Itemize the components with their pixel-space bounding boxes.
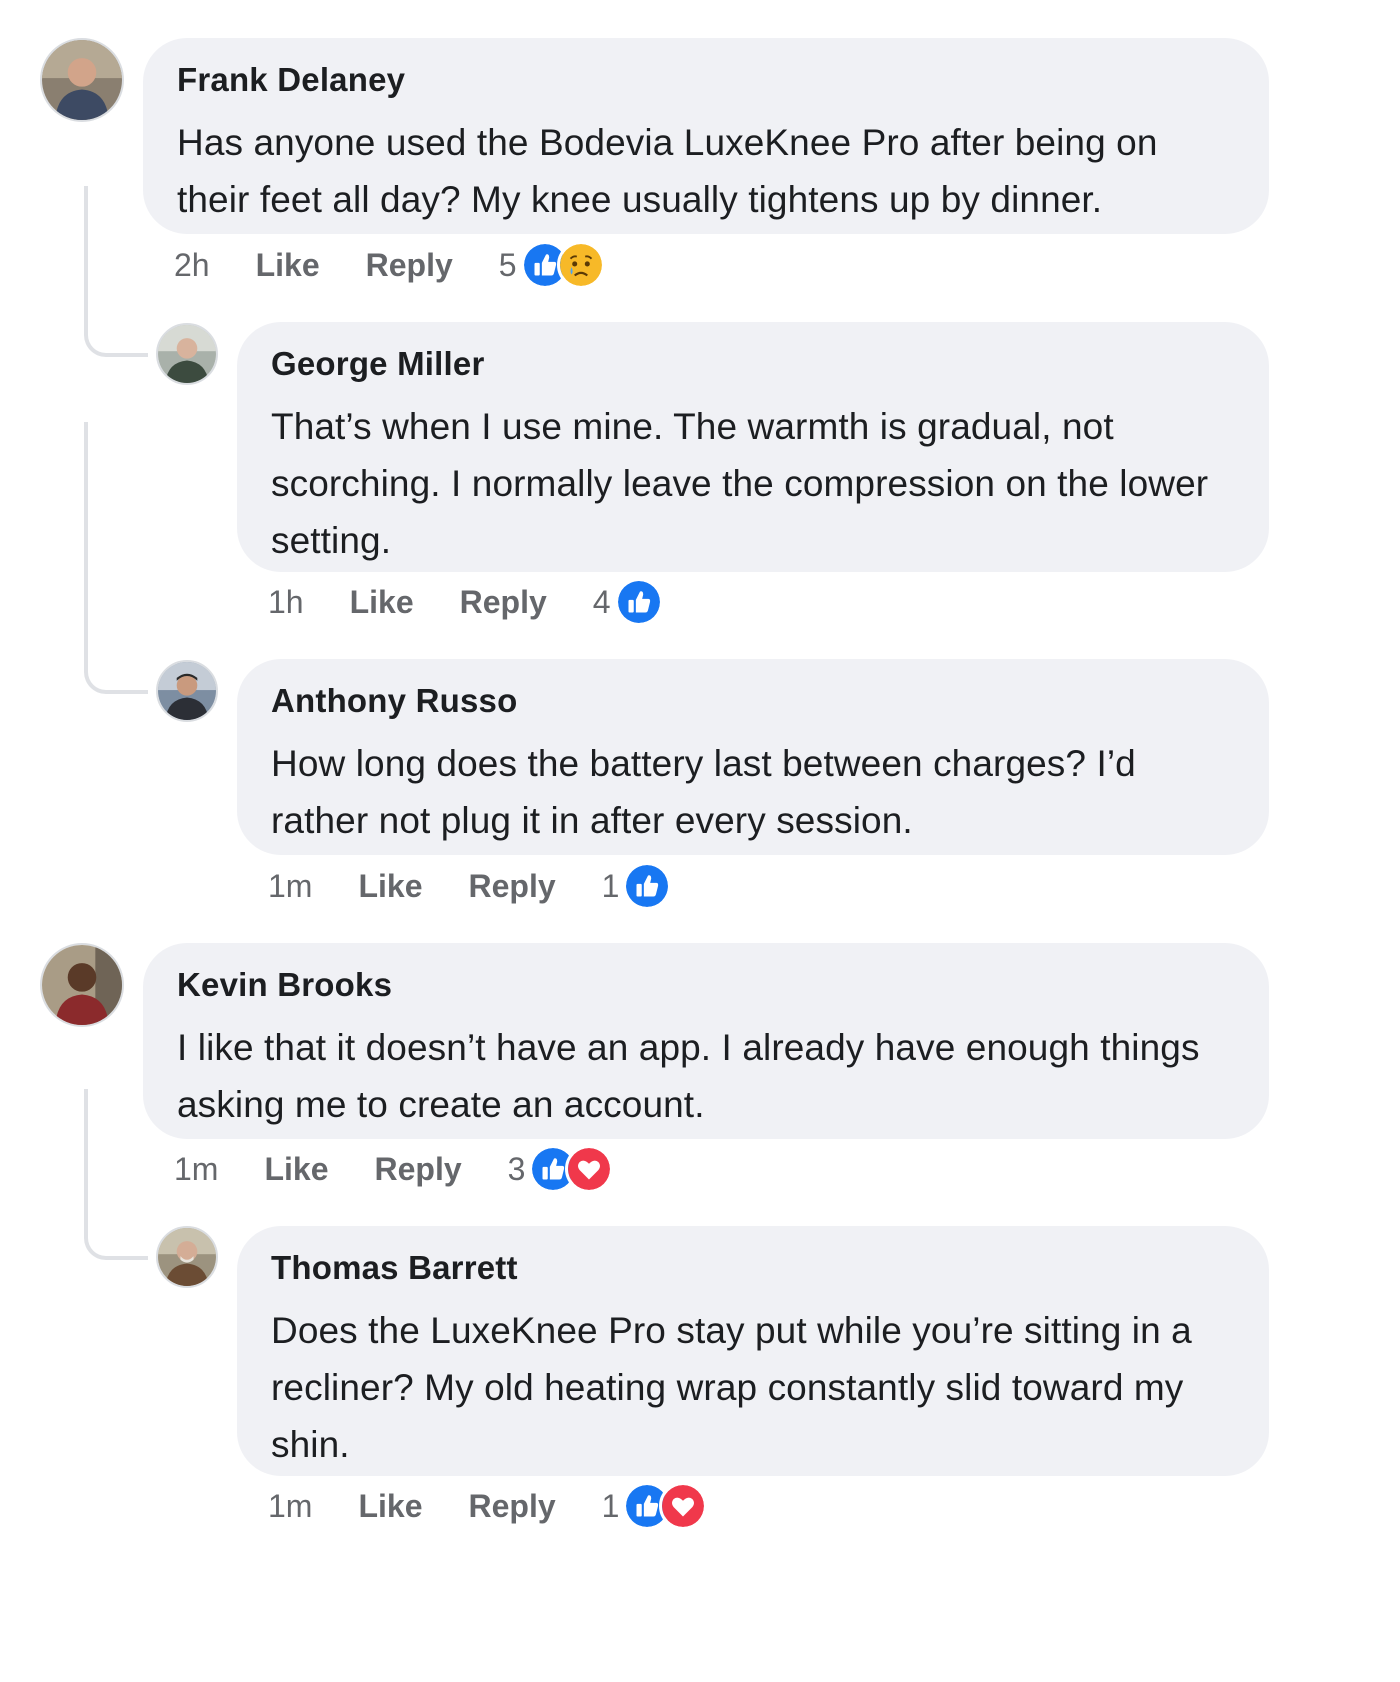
comment-author[interactable]: George Miller [271, 344, 1235, 384]
sad-icon [556, 241, 605, 289]
like-button[interactable]: Like [358, 868, 422, 905]
comment-text: I like that it doesn’t have an app. I al… [177, 1027, 1200, 1125]
like-button[interactable]: Like [350, 584, 414, 621]
reaction-count[interactable]: 3 [508, 1151, 526, 1188]
avatar[interactable] [156, 660, 218, 722]
reaction-count[interactable]: 1 [602, 868, 620, 905]
comment-timestamp[interactable]: 1m [268, 868, 312, 905]
reply-button[interactable]: Reply [468, 868, 555, 905]
reaction-count[interactable]: 1 [602, 1488, 620, 1525]
avatar[interactable] [40, 943, 124, 1027]
reply-button[interactable]: Reply [374, 1151, 461, 1188]
like-button[interactable]: Like [264, 1151, 328, 1188]
avatar[interactable] [156, 1226, 218, 1288]
comment-bubble: Thomas Barrett Does the LuxeKnee Pro sta… [237, 1226, 1269, 1476]
comment-timestamp[interactable]: 1m [268, 1488, 312, 1525]
thread-line [84, 1089, 148, 1260]
reaction-summary[interactable] [614, 578, 663, 626]
reply-button[interactable]: Reply [468, 1488, 555, 1525]
reaction-summary[interactable] [529, 1145, 614, 1193]
comment-text: How long does the battery last between c… [271, 743, 1136, 841]
comment-actions: 1h Like Reply 4 [268, 578, 663, 626]
comment-timestamp[interactable]: 2h [174, 247, 210, 284]
thread-line [84, 422, 148, 694]
reaction-summary[interactable] [520, 241, 605, 289]
reaction-summary[interactable] [623, 1482, 708, 1530]
comment-author[interactable]: Kevin Brooks [177, 965, 1235, 1005]
comment-timestamp[interactable]: 1h [268, 584, 304, 621]
like-button[interactable]: Like [256, 247, 320, 284]
comment-bubble: Frank Delaney Has anyone used the Bodevi… [143, 38, 1269, 234]
like-button[interactable]: Like [358, 1488, 422, 1525]
comment-timestamp[interactable]: 1m [174, 1151, 218, 1188]
comment-text: That’s when I use mine. The warmth is gr… [271, 406, 1209, 561]
reaction-summary[interactable] [623, 862, 672, 910]
comment-actions: 1m Like Reply 3 [174, 1145, 614, 1193]
comment-actions: 1m Like Reply 1 [268, 1482, 708, 1530]
reply-button[interactable]: Reply [460, 584, 547, 621]
comment-bubble: Kevin Brooks I like that it doesn’t have… [143, 943, 1269, 1139]
comment-bubble: George Miller That’s when I use mine. Th… [237, 322, 1269, 572]
thread-line [84, 186, 148, 357]
avatar[interactable] [156, 323, 218, 385]
comment-bubble: Anthony Russo How long does the battery … [237, 659, 1269, 855]
love-icon [659, 1482, 708, 1530]
comment-author[interactable]: Anthony Russo [271, 681, 1235, 721]
comment-text: Does the LuxeKnee Pro stay put while you… [271, 1310, 1192, 1465]
like-icon [623, 862, 672, 910]
like-icon [614, 578, 663, 626]
comment-actions: 2h Like Reply 5 [174, 241, 605, 289]
comment-text: Has anyone used the Bodevia LuxeKnee Pro… [177, 122, 1158, 220]
comment-actions: 1m Like Reply 1 [268, 862, 672, 910]
avatar[interactable] [40, 38, 124, 122]
reaction-count[interactable]: 5 [499, 247, 517, 284]
reply-button[interactable]: Reply [366, 247, 453, 284]
comment-author[interactable]: Thomas Barrett [271, 1248, 1235, 1288]
comment-author[interactable]: Frank Delaney [177, 60, 1235, 100]
love-icon [565, 1145, 614, 1193]
reaction-count[interactable]: 4 [593, 584, 611, 621]
